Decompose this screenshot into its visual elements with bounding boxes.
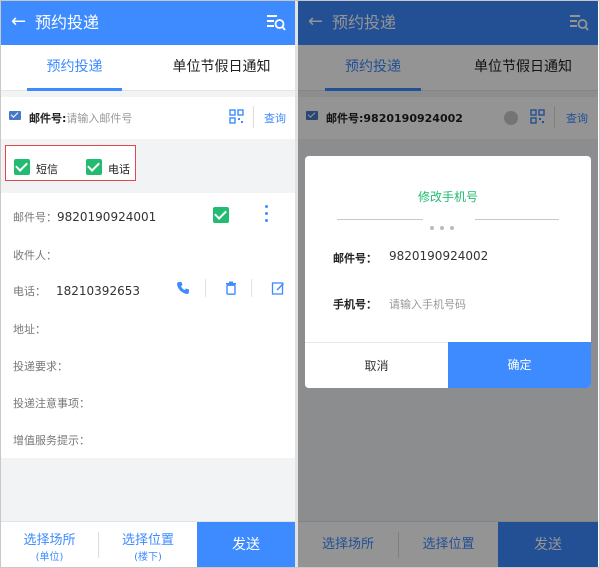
envelope-icon [9,111,21,120]
address-label: 地址： [13,323,46,336]
back-button[interactable]: ← [11,11,26,33]
select-position-sub: (楼下) [134,552,162,563]
separator [251,279,252,297]
tab-appointment-delivery[interactable]: 预约投递 [1,45,148,91]
requirement-label: 投递要求： [13,360,68,373]
delivery-record-card: 邮件号：9820190924001 收件人： 电话： 18210392653 地址… [1,193,295,458]
dots-divider [430,215,466,230]
cancel-button[interactable]: 取消 [305,342,448,388]
phone-call-checkbox[interactable] [86,159,102,175]
mail-search-label: 邮件号:请输入邮件号 [29,112,133,125]
sms-checkbox[interactable] [14,159,30,175]
left-screen: ← 预约投递 预约投递 单位节假日通知 邮件号:请输入邮件号 查询 短信 电话 … [1,1,295,567]
list-search-icon[interactable] [265,11,287,33]
mail-number-label: 邮件号： [13,211,57,224]
sms-label: 短信 [36,163,58,176]
tab-bar: 预约投递 单位节假日通知 [1,45,295,91]
app-header: ← 预约投递 [1,1,295,45]
confirm-button[interactable]: 确定 [448,342,591,388]
query-button[interactable]: 查询 [264,110,286,126]
page-title: 预约投递 [35,13,100,32]
select-position-button[interactable]: 选择位置 (楼下) [99,522,197,567]
phone-call-label: 电话 [108,163,130,176]
dialog-phone-label: 手机号： [333,298,377,311]
select-position-label: 选择位置 [121,533,174,548]
edit-phone-dialog: 修改手机号 邮件号： 9820190924002 手机号： 请输入手机号码 取消… [305,156,591,388]
dialog-mail-value: 9820190924002 [389,249,489,263]
right-screen: ← 预约投递 预约投递 单位节假日通知 邮件号:9820190924002 查询… [298,1,598,567]
select-location-button[interactable]: 选择场所 (单位) [1,522,98,567]
divider [337,219,423,220]
edit-icon[interactable] [271,281,285,295]
record-select-checkbox[interactable] [213,207,229,223]
notes-label: 投递注意事项： [13,397,90,410]
dialog-title: 修改手机号 [417,190,478,204]
send-button[interactable]: 发送 [197,522,295,567]
phone-value: 18210392653 [56,284,140,298]
phone-input[interactable]: 请输入手机号码 [389,296,466,312]
highlight-box: 短信 电话 [5,145,136,181]
separator [205,279,206,297]
phone-label: 电话： [13,285,46,298]
mail-search-input[interactable]: 请输入邮件号 [66,112,132,125]
more-options-icon[interactable] [265,205,269,225]
trash-icon[interactable] [224,281,238,295]
mail-number-value: 9820190924001 [57,210,157,224]
bottom-action-bar: 选择场所 (单位) 选择位置 (楼下) 发送 [1,521,295,567]
select-location-label: 选择场所 [23,533,76,548]
phone-icon[interactable] [176,281,190,295]
recipient-label: 收件人： [13,249,57,262]
scan-qr-icon[interactable] [229,109,244,124]
dialog-mail-label: 邮件号： [333,252,377,265]
select-location-sub: (单位) [35,552,64,563]
notify-options-row: 短信 电话 [1,141,295,185]
divider [475,219,559,220]
tab-holiday-notice[interactable]: 单位节假日通知 [148,45,295,91]
separator [253,106,254,128]
mail-search-row: 邮件号:请输入邮件号 查询 [1,97,295,139]
mail-number-row: 邮件号：9820190924001 [13,209,156,225]
phone-row: 电话： 18210392653 [13,283,140,299]
value-added-label: 增值服务提示： [13,434,90,447]
